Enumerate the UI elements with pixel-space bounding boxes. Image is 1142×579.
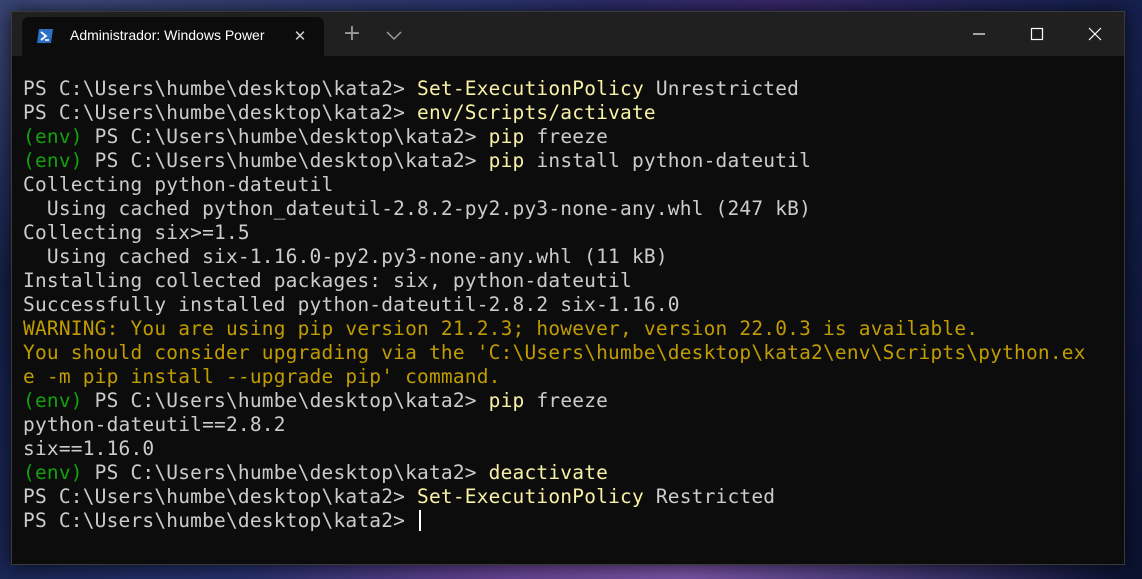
terminal-line: (env) PS C:\Users\humbe\desktop\kata2> p… xyxy=(23,125,1124,149)
terminal-line: (env) PS C:\Users\humbe\desktop\kata2> p… xyxy=(23,149,1124,173)
maximize-button[interactable] xyxy=(1008,12,1066,56)
maximize-icon xyxy=(1030,27,1044,41)
close-icon[interactable]: ✕ xyxy=(290,26,310,46)
terminal-window: Administrador: Windows Power ✕ + PS C:\U… xyxy=(11,11,1125,565)
terminal-line: PS C:\Users\humbe\desktop\kata2> env/Scr… xyxy=(23,101,1124,125)
terminal-text: PS C:\Users\humbe\desktop\kata2> xyxy=(82,389,489,412)
terminal-text: Unrestricted xyxy=(643,77,800,100)
terminal-text: Using cached six-1.16.0-py2.py3-none-any… xyxy=(23,245,668,268)
terminal-text: freeze xyxy=(524,389,609,412)
terminal-text: deactivate xyxy=(488,461,609,484)
terminal-line: PS C:\Users\humbe\desktop\kata2> Set-Exe… xyxy=(23,485,1124,509)
terminal-text: PS C:\Users\humbe\desktop\kata2> xyxy=(23,509,418,532)
terminal-line: e -m pip install --upgrade pip' command. xyxy=(23,365,1124,389)
terminal-text: Set-ExecutionPolicy xyxy=(417,77,644,100)
new-tab-button[interactable]: + xyxy=(342,23,362,45)
close-window-button[interactable] xyxy=(1066,12,1124,56)
close-window-icon xyxy=(1088,27,1102,41)
terminal-text: (env) xyxy=(23,389,83,412)
terminal-text: PS C:\Users\humbe\desktop\kata2> xyxy=(23,101,418,124)
minimize-icon xyxy=(973,33,985,35)
text-cursor xyxy=(419,510,422,531)
terminal-text: PS C:\Users\humbe\desktop\kata2> xyxy=(82,461,489,484)
terminal-text: pip xyxy=(488,149,525,172)
terminal-line: Collecting python-dateutil xyxy=(23,173,1124,197)
terminal-text: Set-ExecutionPolicy xyxy=(417,485,644,508)
terminal-text: six==1.16.0 xyxy=(23,437,155,460)
terminal-text: pip xyxy=(488,125,525,148)
terminal-line: six==1.16.0 xyxy=(23,437,1124,461)
terminal-text: env/Scripts/activate xyxy=(417,101,656,124)
tab-powershell[interactable]: Administrador: Windows Power ✕ xyxy=(22,17,324,56)
terminal-text: install python-dateutil xyxy=(524,149,812,172)
terminal-text: (env) xyxy=(23,125,83,148)
terminal-text: e -m pip install --upgrade pip' command. xyxy=(23,365,501,388)
title-bar[interactable]: Administrador: Windows Power ✕ + xyxy=(12,12,1124,56)
terminal-text: python-dateutil==2.8.2 xyxy=(23,413,286,436)
terminal-text: Collecting python-dateutil xyxy=(23,173,334,196)
terminal-line: PS C:\Users\humbe\desktop\kata2> xyxy=(23,509,1124,533)
terminal-output[interactable]: PS C:\Users\humbe\desktop\kata2> Set-Exe… xyxy=(12,56,1124,564)
terminal-line: Collecting six>=1.5 xyxy=(23,221,1124,245)
terminal-text: WARNING: You are using pip version 21.2.… xyxy=(23,317,979,340)
chevron-down-icon[interactable] xyxy=(384,27,404,45)
terminal-line: WARNING: You are using pip version 21.2.… xyxy=(23,317,1124,341)
terminal-line: Using cached python_dateutil-2.8.2-py2.p… xyxy=(23,197,1124,221)
terminal-text: Successfully installed python-dateutil-2… xyxy=(23,293,680,316)
terminal-text: PS C:\Users\humbe\desktop\kata2> xyxy=(23,77,418,100)
minimize-button[interactable] xyxy=(950,12,1008,56)
terminal-line: Using cached six-1.16.0-py2.py3-none-any… xyxy=(23,245,1124,269)
terminal-text: PS C:\Users\humbe\desktop\kata2> xyxy=(82,149,489,172)
terminal-line: python-dateutil==2.8.2 xyxy=(23,413,1124,437)
terminal-line: You should consider upgrading via the 'C… xyxy=(23,341,1124,365)
terminal-line: (env) PS C:\Users\humbe\desktop\kata2> d… xyxy=(23,461,1124,485)
terminal-text: freeze xyxy=(524,125,609,148)
terminal-text: You should consider upgrading via the 'C… xyxy=(23,341,1086,364)
tab-title: Administrador: Windows Power xyxy=(70,27,265,43)
terminal-text: (env) xyxy=(23,149,83,172)
terminal-line: PS C:\Users\humbe\desktop\kata2> Set-Exe… xyxy=(23,77,1124,101)
powershell-icon xyxy=(36,28,54,44)
terminal-text: PS C:\Users\humbe\desktop\kata2> xyxy=(82,125,489,148)
terminal-line: (env) PS C:\Users\humbe\desktop\kata2> p… xyxy=(23,389,1124,413)
terminal-text: (env) xyxy=(23,461,83,484)
terminal-line: Installing collected packages: six, pyth… xyxy=(23,269,1124,293)
terminal-line: Successfully installed python-dateutil-2… xyxy=(23,293,1124,317)
terminal-text: Using cached python_dateutil-2.8.2-py2.p… xyxy=(23,197,812,220)
terminal-text: Collecting six>=1.5 xyxy=(23,221,250,244)
terminal-text: pip xyxy=(488,389,525,412)
terminal-text: PS C:\Users\humbe\desktop\kata2> xyxy=(23,485,418,508)
terminal-text: Restricted xyxy=(643,485,776,508)
terminal-text: Installing collected packages: six, pyth… xyxy=(23,269,632,292)
